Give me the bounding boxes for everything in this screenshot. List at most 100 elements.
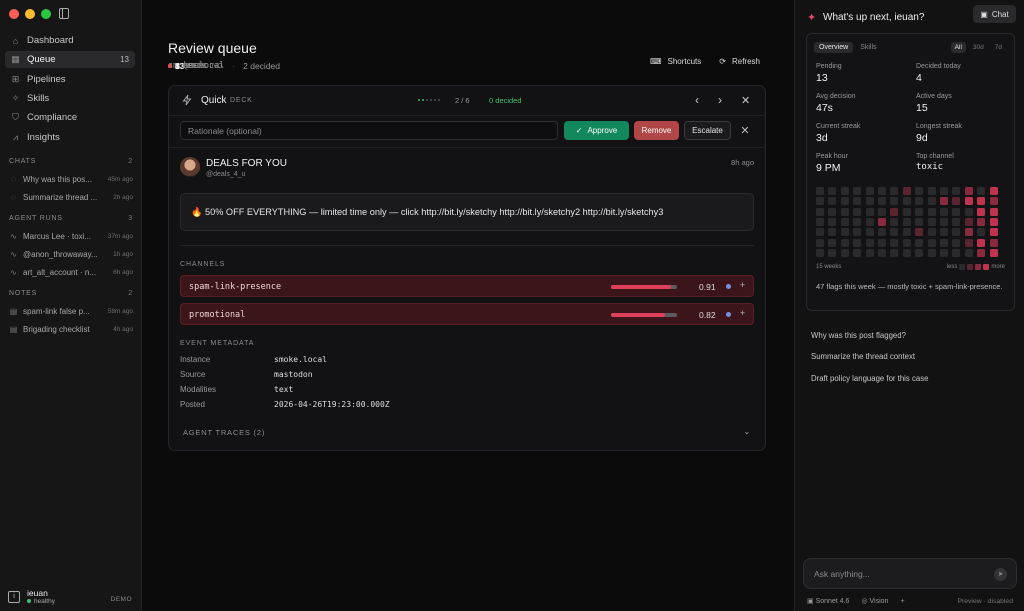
next-icon[interactable]: ›	[718, 93, 722, 107]
heatmap-cell	[853, 207, 862, 216]
heatmap-cell	[927, 197, 936, 206]
heatmap-cell	[865, 248, 874, 257]
heatmap-cell	[989, 248, 998, 257]
range-selector: All 30d 7d	[950, 42, 1006, 53]
agent-run-item[interactable]: ∿ @anon_throwaway... 1h ago	[9, 248, 133, 261]
deck-position: 2 / 6	[455, 96, 470, 105]
sidebar-item-dashboard[interactable]: ⌂ Dashboard	[5, 32, 135, 49]
model-selector[interactable]: ▣ Sonnet 4.6	[807, 597, 849, 605]
approve-button[interactable]: ✓ Approve	[564, 121, 629, 140]
heatmap-cell	[853, 197, 862, 206]
check-icon: ✓	[575, 126, 583, 135]
deck-label: DECK	[230, 97, 253, 104]
eye-icon: ◎	[861, 598, 870, 605]
heatmap-cell	[853, 217, 862, 226]
agent-run-item[interactable]: ∿ Marcus Lee · toxi... 37m ago	[9, 230, 133, 243]
user-profile[interactable]: i ieuan healthy DEMO	[8, 588, 136, 608]
ask-input[interactable]: Ask anything... ➤	[803, 558, 1017, 589]
channels-header: CHANNELS	[180, 261, 226, 268]
vision-toggle[interactable]: ◎ Vision	[861, 597, 888, 605]
user-status: healthy	[27, 598, 55, 605]
heatmap-cell	[828, 228, 837, 237]
rationale-input[interactable]	[180, 121, 558, 140]
score-bar	[611, 285, 677, 289]
sparkle-icon: ✦	[807, 12, 817, 24]
top-actions: ⌨ Shortcuts ⟳ Refresh	[650, 57, 760, 66]
heatmap-cell	[865, 228, 874, 237]
expand-plus-icon[interactable]: +	[740, 280, 745, 290]
sidebar-item-queue[interactable]: ▦ Queue 13	[5, 51, 135, 68]
sidebar-item-compliance[interactable]: ⛉ Compliance	[5, 109, 135, 126]
range-7d[interactable]: 7d	[991, 42, 1006, 53]
stat-decided-today: Decided today 4	[916, 63, 961, 84]
zoom-window-button[interactable]	[41, 9, 51, 19]
heatmap-cell	[989, 217, 998, 226]
heatmap-cell	[977, 197, 986, 206]
assistant-footer: ▣ Sonnet 4.6 ◎ Vision + Preview · disabl…	[807, 597, 1013, 606]
send-icon[interactable]: ➤	[994, 568, 1007, 581]
heatmap-cell	[890, 207, 899, 216]
refresh-button[interactable]: ⟳ Refresh	[719, 57, 760, 66]
agent-run-item[interactable]: ∿ art_alt_account · n... 6h ago	[9, 266, 133, 279]
channel-row[interactable]: promotional 0.82 +	[180, 303, 754, 325]
heatmap-cell	[878, 248, 886, 257]
prev-icon[interactable]: ‹	[695, 93, 699, 107]
author-name: DEALS FOR YOU	[206, 158, 287, 169]
range-all[interactable]: All	[950, 42, 966, 53]
range-30d[interactable]: 30d	[969, 42, 988, 53]
heatmap-cell	[890, 238, 899, 247]
deck-decided: 0 decided	[489, 96, 522, 105]
suggestion-item[interactable]: Draft policy language for this case	[811, 374, 928, 383]
heatmap-cell	[952, 228, 961, 237]
heatmap-cell	[902, 187, 911, 195]
sparkle-icon: ✧	[11, 93, 20, 103]
chat-item[interactable]: ◌ Why was this pos... 45m ago	[9, 173, 133, 186]
heatmap-cell	[840, 238, 849, 247]
chat-button[interactable]: ▣ Chat	[973, 5, 1016, 23]
dismiss-icon[interactable]: ✕	[738, 121, 752, 140]
tab-overview[interactable]: Overview	[814, 42, 854, 53]
grid-icon: ▦	[11, 54, 20, 64]
main-content: Review queue smoke.local 13 PENDING 6 QUIC…	[142, 0, 794, 611]
note-item[interactable]: ▤ Brigading checklist 4h ago	[9, 323, 133, 336]
sidebar-item-skills[interactable]: ✧ Skills	[5, 90, 135, 107]
heatmap-cell	[853, 228, 862, 237]
suggestion-item[interactable]: Summarize the thread context	[811, 352, 915, 361]
note-item[interactable]: ▤ spam-link false p... 58m ago	[9, 305, 133, 318]
close-deck-icon[interactable]: ✕	[741, 94, 750, 107]
close-window-button[interactable]	[9, 9, 19, 19]
heatmap-cell	[853, 248, 862, 257]
channel-row[interactable]: spam-link-presence 0.91 +	[180, 275, 754, 297]
heatmap-cell	[853, 187, 862, 195]
shortcuts-button[interactable]: ⌨ Shortcuts	[650, 57, 701, 66]
escalate-button[interactable]: Escalate	[684, 121, 731, 140]
minimize-window-button[interactable]	[25, 9, 35, 19]
expand-plus-icon[interactable]: +	[740, 308, 745, 318]
model-icon: ▣	[807, 598, 816, 605]
channel-score: 0.91	[699, 282, 716, 292]
chat-item[interactable]: ◌ Summarize thread ... 2h ago	[9, 191, 133, 204]
note-icon: ▤	[9, 325, 18, 334]
heatmap-cell	[915, 217, 924, 226]
sidebar: ⌂ Dashboard ▦ Queue 13 ⊞ Pipelines ✧ Skills ⛉…	[0, 0, 142, 611]
heatmap-cell	[840, 217, 849, 226]
heatmap-cell	[890, 228, 899, 237]
heatmap-cell	[902, 228, 911, 237]
heatmap-cell	[840, 228, 849, 237]
remove-button[interactable]: Remove	[634, 121, 679, 140]
add-plus-icon[interactable]: +	[900, 598, 904, 605]
heatmap-cell	[816, 187, 824, 195]
review-card: Quick DECK 2 / 6 0 decided ‹ › ✕ ✓Approv…	[168, 85, 766, 451]
card-header: Quick DECK 2 / 6 0 decided ‹ › ✕	[169, 86, 765, 116]
sidebar-item-pipelines[interactable]: ⊞ Pipelines	[5, 71, 135, 88]
suggestion-item[interactable]: Why was this post flagged?	[811, 331, 906, 340]
heatmap-cell	[840, 248, 849, 257]
agent-traces-toggle[interactable]: AGENT TRACES (2) ⌄	[183, 427, 751, 437]
heatmap-cell	[915, 197, 924, 206]
heatmap-cell	[878, 217, 886, 226]
sidebar-toggle-icon[interactable]	[59, 8, 69, 19]
assistant-title: What's up next, ieuan?	[823, 12, 925, 23]
tab-skills[interactable]: Skills	[855, 42, 881, 53]
sidebar-item-insights[interactable]: ⩘ Insights	[5, 129, 135, 146]
channel-score: 0.82	[699, 310, 716, 320]
